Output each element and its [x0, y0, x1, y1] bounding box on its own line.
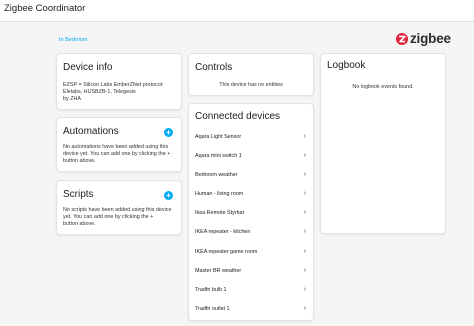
scripts-title: Scripts	[63, 189, 94, 200]
device-item[interactable]: Bedroom weather ›	[189, 166, 313, 185]
chevron-right-icon: ›	[303, 266, 306, 274]
logbook-title: Logbook	[327, 60, 366, 71]
scripts-line: button above.	[63, 221, 96, 228]
plus-icon: +	[166, 191, 171, 200]
device-info-card: Device info EZSP = Silicon Labs EmberZNe…	[56, 53, 182, 110]
device-item[interactable]: IKEA repeater - kitchen ›	[189, 223, 313, 242]
device-name: Bedroom weather	[195, 172, 238, 179]
plus-icon: +	[166, 128, 171, 137]
zigbee-logo: zigbee	[396, 31, 451, 46]
window-title: Zigbee Coordinator	[4, 3, 86, 14]
add-script-button[interactable]: +	[164, 191, 173, 200]
controls-card: Controls This device has no entities	[188, 53, 314, 96]
controls-empty-text: This device has no entities	[219, 82, 283, 88]
chevron-right-icon: ›	[303, 247, 306, 255]
device-info-text: EZSP = Silicon Labs EmberZNet protocol: …	[63, 82, 175, 104]
logbook-card: Logbook No logbook events found.	[320, 53, 446, 234]
device-info-line: Elelabs, HUSBZB-1, Telegesis	[63, 89, 136, 96]
device-item[interactable]: IKEA repeater game room ›	[189, 243, 313, 262]
automations-line: button above.	[63, 158, 96, 165]
device-item[interactable]: Ikea Remote Styrbar ›	[189, 204, 313, 223]
chevron-right-icon: ›	[303, 285, 306, 293]
chevron-right-icon: ›	[303, 209, 306, 217]
chevron-right-icon: ›	[303, 304, 306, 312]
automations-text: No automations have been added using thi…	[63, 144, 175, 166]
device-info-title: Device info	[63, 62, 113, 73]
device-item[interactable]: Aqara mini switch 1 ›	[189, 147, 313, 166]
connected-devices-title: Connected devices	[195, 111, 281, 122]
device-item[interactable]: Aqara Light Sensor ›	[189, 128, 313, 147]
top-app-bar: Zigbee Coordinator	[0, 0, 474, 22]
device-name: IKEA repeater - kitchen	[195, 229, 251, 236]
device-info-line: by ZHA	[63, 96, 81, 103]
device-name: Tradfri outlet 1	[195, 305, 230, 312]
add-automation-button[interactable]: +	[164, 128, 173, 137]
device-name: Ikea Remote Styrbar	[195, 210, 245, 217]
device-info-line: EZSP = Silicon Labs EmberZNet protocol:	[63, 82, 164, 88]
scripts-line: No scripts have been added using this de…	[63, 207, 172, 213]
device-item[interactable]: Tradfri outlet 1 ›	[189, 300, 313, 319]
chevron-right-icon: ›	[303, 133, 306, 140]
device-name: Master BR weather	[195, 267, 242, 274]
device-item[interactable]: Master BR weather ›	[189, 262, 313, 281]
scripts-text: No scripts have been added using this de…	[63, 207, 175, 229]
scripts-line: yet. You can add one by clicking the +	[63, 214, 154, 221]
device-name: Aqara Light Sensor	[195, 134, 242, 140]
device-name: Tradfri bulb 1	[195, 286, 227, 293]
controls-title: Controls	[195, 62, 233, 73]
automations-line: No automations have been added using thi…	[63, 144, 169, 150]
device-name: IKEA repeater game room	[195, 248, 258, 255]
scripts-card: Scripts + No scripts have been added usi…	[56, 180, 182, 235]
chevron-right-icon: ›	[303, 152, 306, 160]
automations-card: Automations + No automations have been a…	[56, 117, 182, 172]
logbook-empty-text: No logbook events found.	[352, 84, 414, 90]
chevron-right-icon: ›	[303, 228, 306, 236]
zigbee-logo-text: zigbee	[410, 31, 451, 46]
automations-line: device yet. You can add one by clicking …	[63, 151, 171, 158]
chevron-right-icon: ›	[303, 190, 306, 198]
device-list: Aqara Light Sensor › Aqara mini switch 1 ›…	[189, 128, 313, 319]
device-name: Aqara mini switch 1	[195, 153, 242, 160]
device-item[interactable]: Human - living room ›	[189, 185, 313, 204]
zigbee-logo-icon	[396, 32, 408, 45]
chevron-right-icon: ›	[303, 171, 306, 179]
device-name: Human - living room	[195, 191, 244, 198]
area-link[interactable]: In Bedroom	[59, 37, 87, 43]
automations-title: Automations	[63, 126, 119, 137]
connected-devices-card: Connected devices Aqara Light Sensor › Aq…	[188, 103, 314, 321]
device-item[interactable]: Tradfri bulb 1 ›	[189, 281, 313, 300]
